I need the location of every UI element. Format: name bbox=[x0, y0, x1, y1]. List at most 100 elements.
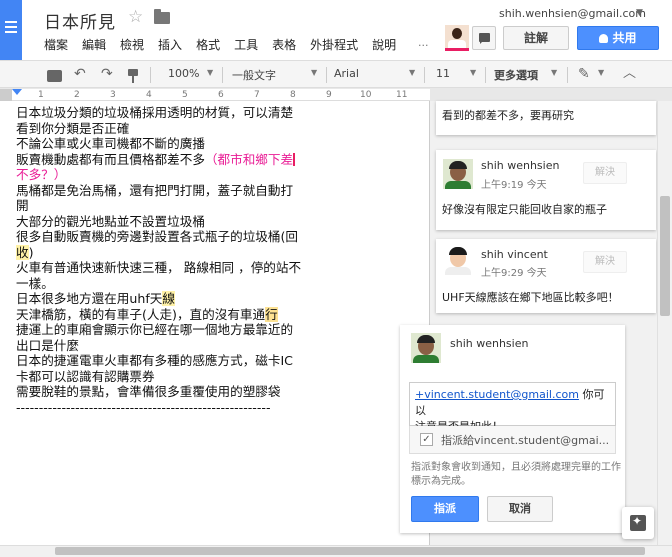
ruler-tick: 5 bbox=[182, 90, 188, 100]
doc-line: 日本的捷運電車火車都有多種的感應方式，磁卡IC bbox=[16, 353, 293, 368]
docs-home-icon[interactable] bbox=[0, 0, 22, 60]
menu-insert[interactable]: 插入 bbox=[158, 36, 182, 52]
document-body[interactable]: 日本垃圾分類的垃圾桶採用透明的材質，可以清楚 看到你分類是否正確 不論公車或火車… bbox=[16, 105, 328, 415]
doc-line: 需要脫鞋的景點，會準備很多重覆使用的塑膠袋 bbox=[16, 384, 281, 399]
explore-icon[interactable] bbox=[622, 507, 654, 539]
comment-author: shih wenhsien bbox=[481, 159, 560, 172]
comment-input[interactable]: +vincent.student@gmail.com 你可以 注意是否是如此！ bbox=[409, 382, 616, 433]
doc-line: 看到你分類是否正確 bbox=[16, 120, 130, 136]
comment-card[interactable]: shih wenhsien 上午9:19 今天 解決 好像沒有限定只能回收自家的… bbox=[436, 150, 656, 230]
menu-addons[interactable]: 外掛程式 bbox=[310, 36, 358, 52]
doc-line: 天津橋筋，橫的有車子(人走)，直的沒有車通行 bbox=[16, 306, 328, 323]
font-size-select[interactable]: 11 bbox=[436, 67, 450, 80]
style-select[interactable]: 一般文字 bbox=[232, 67, 276, 83]
doc-text: 天津橋筋，橫的有車子(人走)，直的沒有車通 bbox=[16, 306, 266, 322]
doc-line: 大部分的觀光地點並不設置垃圾桶 bbox=[16, 213, 205, 229]
font-select[interactable]: Arial bbox=[334, 67, 359, 80]
comments-icon[interactable] bbox=[472, 26, 496, 50]
font-caret-icon[interactable]: ▼ bbox=[409, 68, 415, 77]
doc-line: 日本很多地方還在用uhf天線 bbox=[16, 291, 328, 307]
comment-text: 看到的都差不多，要再研究 bbox=[442, 109, 574, 122]
doc-line: 不多？） bbox=[16, 167, 67, 182]
assign-checkbox[interactable]: ✓ bbox=[420, 433, 433, 446]
font-size-caret-icon[interactable]: ▼ bbox=[470, 68, 476, 77]
comment-time: 上午9:19 今天 bbox=[481, 180, 547, 191]
document-title[interactable]: 日本所見 bbox=[44, 8, 116, 33]
more-caret-icon[interactable]: ▼ bbox=[551, 68, 557, 77]
commented-text[interactable]: 行 bbox=[265, 306, 278, 322]
resolve-button[interactable]: 解決 bbox=[583, 162, 627, 184]
person-icon bbox=[599, 34, 609, 43]
zoom-caret-icon[interactable]: ▼ bbox=[207, 68, 213, 77]
doc-line: 開 bbox=[16, 198, 29, 213]
undo-icon[interactable]: ↶ bbox=[74, 65, 86, 83]
doc-text: 販賣機動處都有而且價格都差不多 bbox=[16, 151, 205, 167]
doc-line: 收) bbox=[16, 244, 328, 261]
doc-line: 捷運上的車廂會顯示你已經在哪一個地方最靠近的 bbox=[16, 322, 294, 337]
comment-author: shih wenhsien bbox=[450, 337, 529, 350]
cancel-button[interactable]: 取消 bbox=[487, 496, 553, 522]
menu-edit[interactable]: 編輯 bbox=[82, 36, 106, 52]
resolve-button[interactable]: 解決 bbox=[583, 251, 627, 273]
assign-note: 指派對象會收到通知，且必須將處理完畢的工作標示為完成。 bbox=[411, 462, 621, 487]
doc-line: 不論公車或火車司機都不斷的廣播 bbox=[16, 136, 205, 151]
account-email[interactable]: shih.wenhsien@gmail.com bbox=[499, 7, 646, 20]
collapse-icon[interactable]: ︿ bbox=[623, 65, 636, 83]
style-caret-icon[interactable]: ▼ bbox=[311, 68, 317, 77]
vertical-scrollbar-thumb[interactable] bbox=[660, 196, 670, 316]
comment-author: shih vincent bbox=[481, 248, 548, 261]
account-caret-icon[interactable]: ▼ bbox=[636, 8, 643, 18]
doc-line: 馬桶都是免治馬桶，還有把門打開，蓋子就自動打 bbox=[16, 182, 294, 198]
avatar bbox=[411, 333, 441, 363]
indent-marker[interactable] bbox=[12, 89, 22, 95]
ruler-tick: 11 bbox=[396, 90, 408, 100]
zoom-select[interactable]: 100% bbox=[168, 67, 199, 80]
doc-comment-text: （都市和鄉下差 bbox=[204, 151, 294, 167]
avatar bbox=[443, 159, 473, 189]
doc-line: 日本垃圾分類的垃圾桶採用透明的材質，可以清楚 bbox=[16, 105, 294, 120]
doc-line: ----------------------------------------… bbox=[16, 399, 271, 415]
menu-tools[interactable]: 工具 bbox=[234, 36, 258, 52]
doc-line: 很多自動販賣機的旁邊對設置各式瓶子的垃圾桶(回 bbox=[16, 229, 298, 244]
collaborator-avatar[interactable] bbox=[445, 25, 469, 51]
menu-format[interactable]: 格式 bbox=[196, 36, 220, 52]
ruler-tick: 2 bbox=[74, 90, 80, 100]
vertical-scrollbar[interactable] bbox=[657, 101, 672, 545]
ruler-tick: 3 bbox=[110, 90, 116, 100]
comment-card[interactable]: shih vincent 上午9:29 今天 解決 UHF天線應該在鄉下地區比較… bbox=[436, 239, 656, 313]
header: 日本所見 ☆ shih.wenhsien@gmail.com ▼ 檔案 編輯 檢… bbox=[0, 0, 672, 60]
menu-more[interactable]: ... bbox=[418, 36, 429, 49]
assign-label[interactable]: 指派給vincent.student@gmai... bbox=[441, 432, 613, 448]
comment-card[interactable]: 看到的都差不多，要再研究 bbox=[436, 101, 656, 135]
paint-format-icon[interactable] bbox=[128, 69, 138, 83]
mention-link[interactable]: +vincent.student@gmail.com bbox=[415, 388, 579, 401]
commented-text[interactable]: 收 bbox=[16, 244, 29, 260]
ruler-tick: 8 bbox=[290, 90, 296, 100]
share-button[interactable]: 共用 bbox=[577, 26, 659, 50]
editing-mode-pen-icon[interactable]: ✎ bbox=[578, 65, 590, 83]
doc-line: 出口是什麼 bbox=[16, 337, 79, 353]
doc-text: ) bbox=[28, 244, 34, 260]
doc-line: 一樣。 bbox=[16, 275, 54, 291]
menu-file[interactable]: 檔案 bbox=[44, 36, 68, 52]
print-icon[interactable] bbox=[47, 70, 62, 82]
toolbar: ↶ ↷ 100% ▼ 一般文字 ▼ Arial ▼ 11 ▼ 更多選項 ▼ ✎ … bbox=[0, 60, 672, 88]
more-options-button[interactable]: 更多選項 bbox=[494, 67, 538, 83]
horizontal-scrollbar-thumb[interactable] bbox=[55, 547, 645, 555]
document-page[interactable]: 日本垃圾分類的垃圾桶採用透明的材質，可以清楚 看到你分類是否正確 不論公車或火車… bbox=[0, 101, 430, 545]
folder-icon[interactable] bbox=[154, 9, 170, 24]
editing-mode-caret-icon[interactable]: ▼ bbox=[598, 68, 604, 77]
menu-view[interactable]: 檢視 bbox=[120, 36, 144, 52]
star-icon[interactable]: ☆ bbox=[128, 7, 143, 27]
menu-table[interactable]: 表格 bbox=[272, 36, 296, 52]
comments-button[interactable]: 註解 bbox=[503, 26, 569, 50]
avatar bbox=[443, 245, 473, 275]
commented-text[interactable]: 線 bbox=[162, 291, 175, 306]
ruler: 1 2 3 4 5 6 7 8 9 10 11 bbox=[0, 89, 430, 101]
doc-line: 販賣機動處都有而且價格都差不多（都市和鄉下差 bbox=[16, 152, 328, 168]
assign-button[interactable]: 指派 bbox=[411, 496, 479, 522]
ruler-tick: 7 bbox=[254, 90, 260, 100]
redo-icon[interactable]: ↷ bbox=[101, 65, 113, 83]
menu-help[interactable]: 說明 bbox=[372, 36, 396, 52]
ruler-tick: 9 bbox=[326, 90, 332, 100]
